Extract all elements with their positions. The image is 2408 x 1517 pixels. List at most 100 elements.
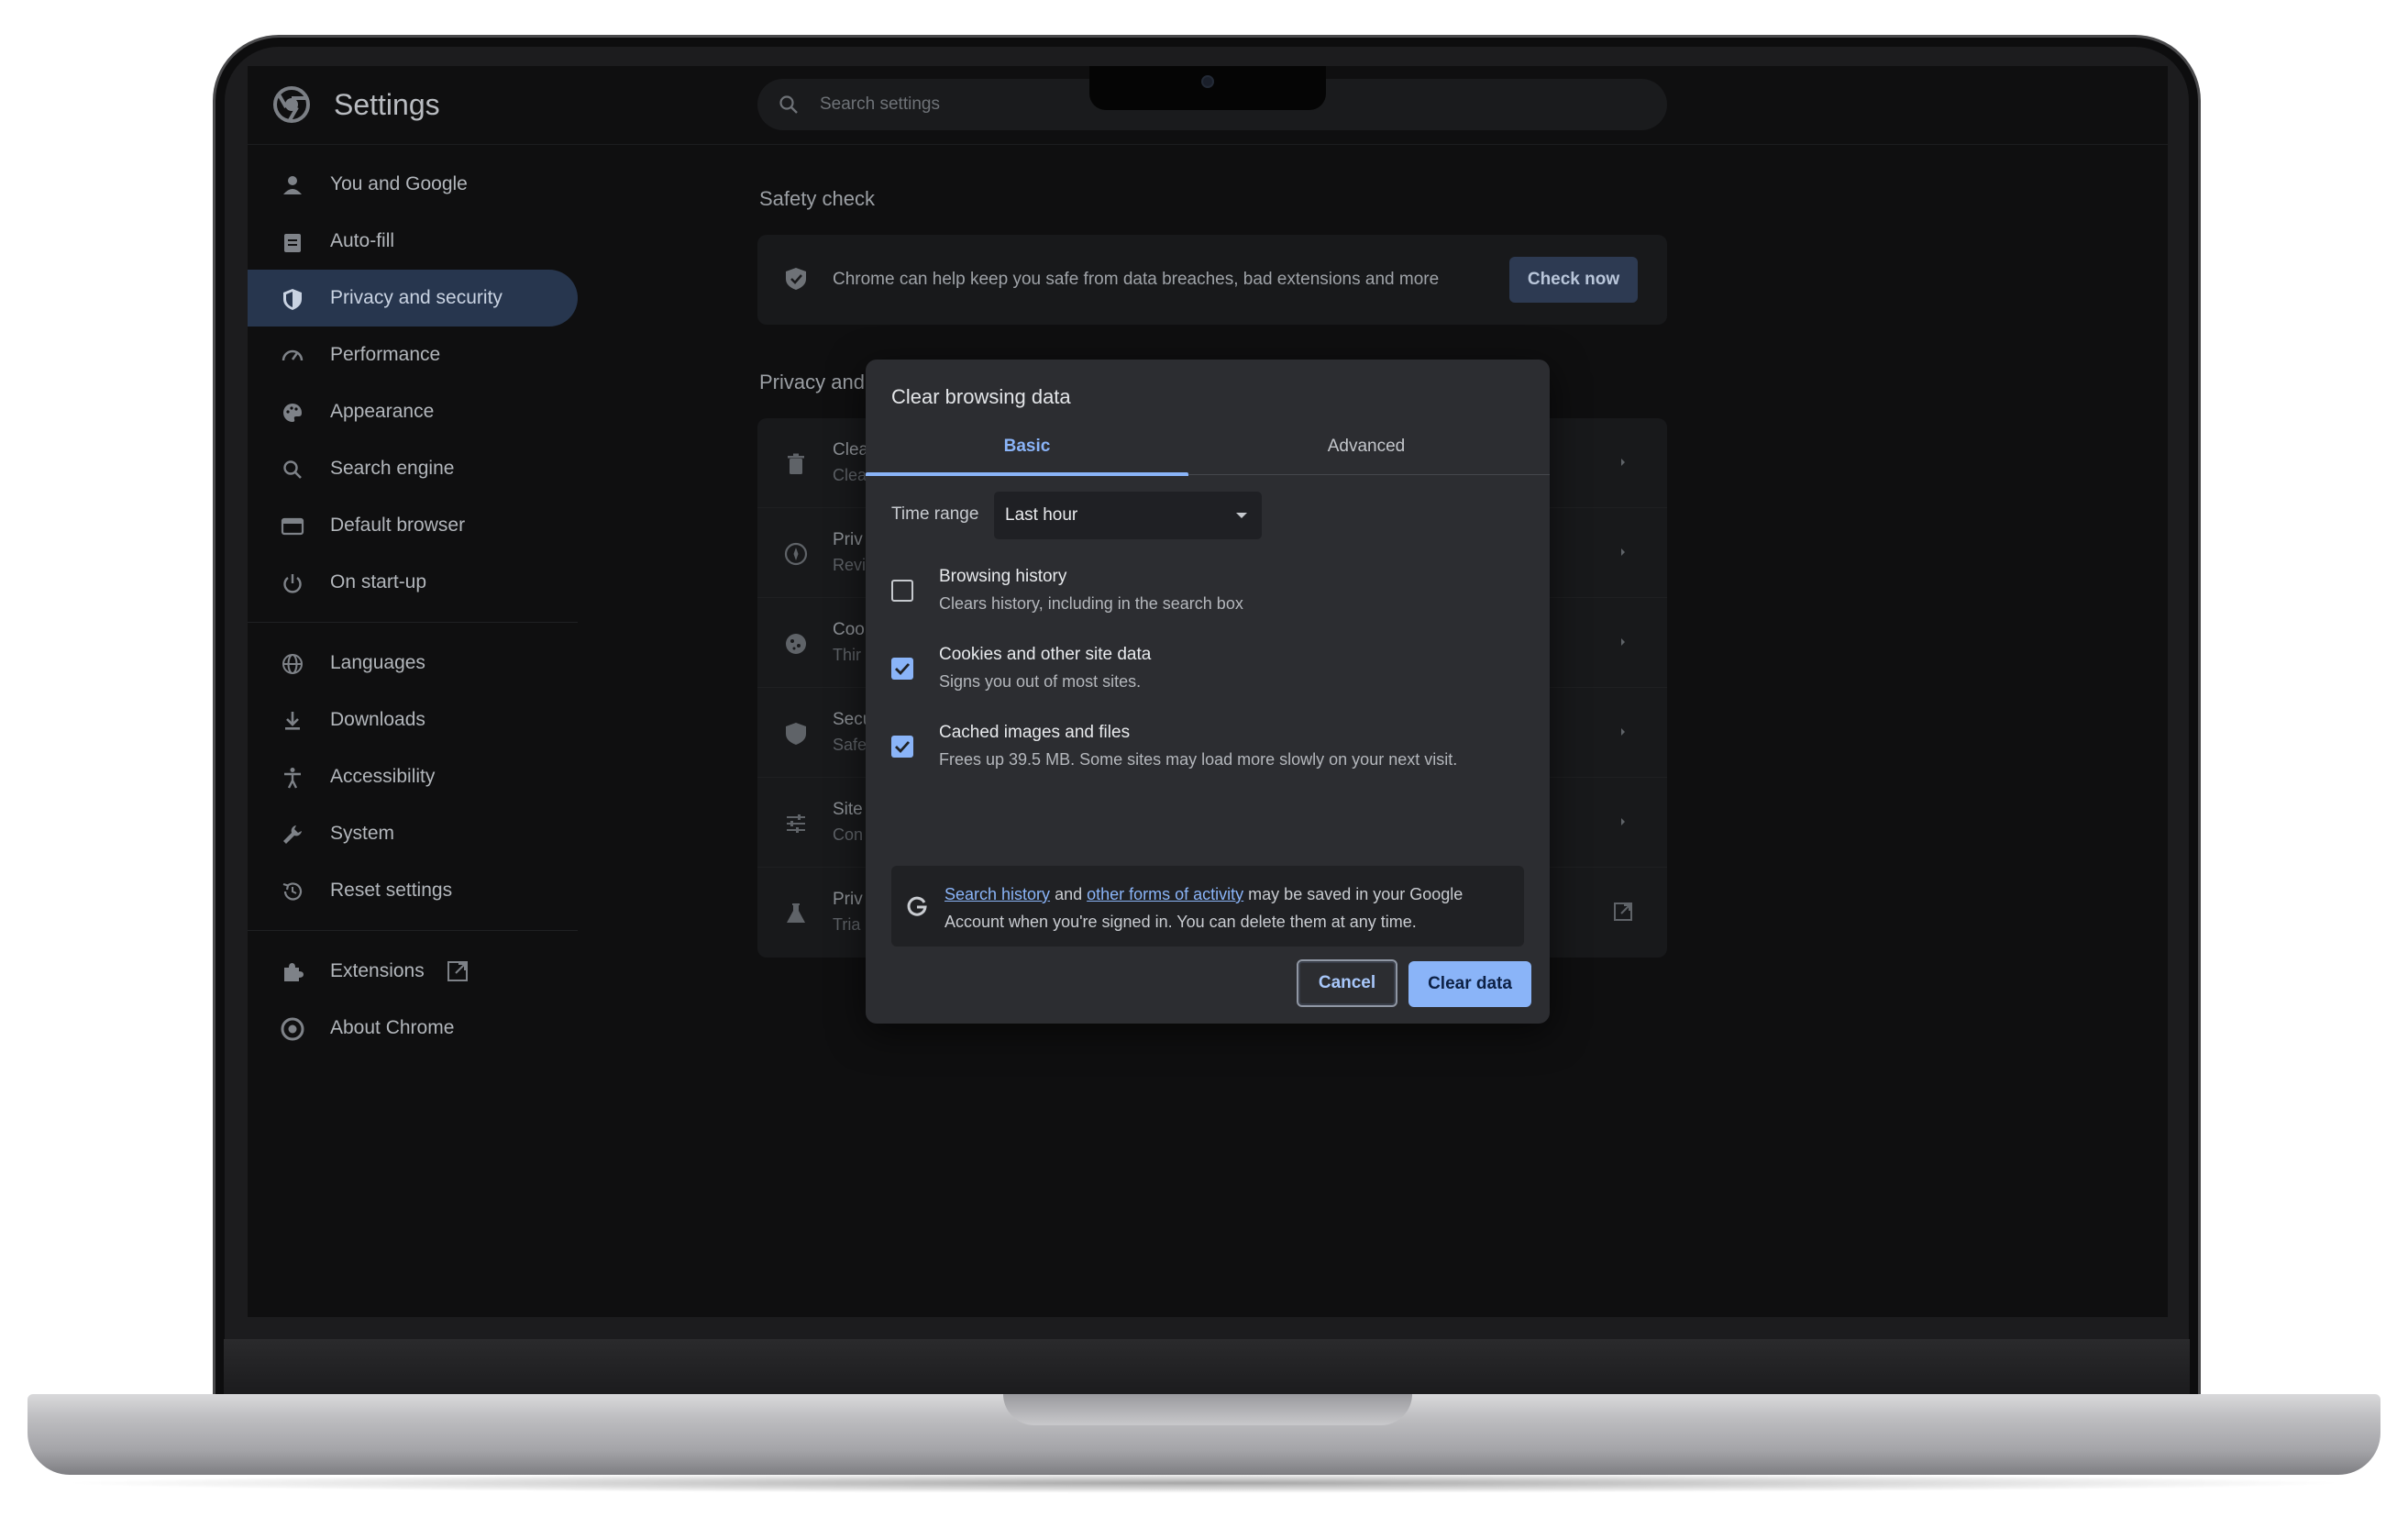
browsing-history-checkbox[interactable] (891, 580, 913, 602)
cookie-icon (786, 634, 806, 654)
check-now-button[interactable]: Check now (1509, 257, 1638, 303)
caret-down-icon (1236, 513, 1247, 518)
privacy-row-title: Clea (833, 440, 869, 460)
sidebar-item-label: Extensions (330, 960, 425, 981)
privacy-row-subtitle: Tria (833, 915, 861, 934)
option-title: Cookies and other site data (939, 645, 1152, 664)
camera-icon (1201, 75, 1214, 88)
download-icon (285, 712, 300, 730)
option-subtitle: Signs you out of most sites. (939, 672, 1142, 691)
search-input[interactable]: Search settings (820, 94, 940, 115)
dialog-title: Clear browsing data (891, 385, 1071, 408)
privacy-row-subtitle: Revi (833, 556, 867, 574)
sidebar-item-languages[interactable]: Languages (248, 635, 578, 692)
sidebar-item-default-browser[interactable]: Default browser (248, 497, 578, 554)
sidebar-item-label: Performance (330, 344, 441, 365)
palette-icon (283, 404, 302, 422)
chevron-right-icon (1621, 818, 1625, 825)
sidebar-item-label: Reset settings (330, 880, 453, 901)
sidebar-item-performance[interactable]: Performance (248, 327, 578, 383)
safety-check-card: Chrome can help keep you safe from data … (757, 235, 1667, 325)
search-history-link[interactable]: Search history (944, 885, 1050, 903)
restore-icon (282, 882, 303, 901)
google-activity-notice: Search history and other forms of activi… (891, 866, 1524, 947)
sidebar-item-label: Downloads (330, 709, 425, 730)
search-icon (779, 95, 798, 114)
sidebar-item-you-and-google[interactable]: You and Google (248, 156, 578, 213)
notice-text-part: and (1050, 885, 1088, 903)
sidebar-item-on-start-up[interactable]: On start-up (248, 554, 578, 611)
person-icon (283, 176, 302, 194)
option-subtitle: Clears history, including in the search … (939, 594, 1243, 613)
screen-notch (1089, 66, 1326, 110)
sidebar-item-label: Languages (330, 652, 425, 673)
search-icon (283, 460, 302, 479)
option-title: Cached images and files (939, 723, 1131, 742)
time-range-label: Time range (891, 504, 979, 524)
sidebar-item-label: About Chrome (330, 1017, 455, 1038)
clear-browsing-data-dialog: Clear browsing data Basic Advanced Time … (866, 360, 1550, 1024)
screen: Settings Search settings You and Google … (248, 66, 2168, 1317)
tab-basic[interactable]: Basic (866, 424, 1188, 476)
laptop-base-lip (1003, 1394, 1412, 1425)
accessibility-icon (284, 768, 301, 789)
speedometer-icon (282, 349, 304, 361)
sidebar-item-about-chrome[interactable]: About Chrome (248, 1000, 578, 1057)
trash-icon (788, 453, 804, 474)
chevron-right-icon (1621, 459, 1625, 466)
flask-icon (787, 903, 805, 923)
sidebar-item-reset-settings[interactable]: Reset settings (248, 862, 578, 919)
sidebar-divider (248, 930, 578, 931)
sidebar-item-extensions[interactable]: Extensions (248, 943, 578, 1000)
sidebar-item-downloads[interactable]: Downloads (248, 692, 578, 748)
sidebar-item-label: Privacy and security (330, 287, 503, 308)
settings-app: Settings Search settings You and Google … (248, 66, 2168, 1317)
privacy-row-subtitle: Clea (833, 466, 867, 484)
sidebar-item-label: Default browser (330, 515, 466, 536)
option-cached-images[interactable]: Cached images and files Frees up 39.5 MB… (866, 719, 1550, 792)
tune-icon (787, 814, 805, 833)
notice-text: Search history and other forms of activi… (944, 880, 1513, 936)
globe-icon (282, 654, 303, 674)
sidebar-item-privacy-and-security[interactable]: Privacy and security (248, 270, 578, 327)
power-icon (283, 574, 302, 593)
clipboard-icon (284, 234, 301, 252)
option-browsing-history[interactable]: Browsing history Clears history, includi… (866, 563, 1550, 637)
chrome-icon (281, 1017, 304, 1041)
tab-advanced[interactable]: Advanced (1205, 424, 1528, 475)
cached-images-checkbox[interactable] (891, 736, 913, 758)
sidebar-item-label: On start-up (330, 571, 427, 592)
sidebar-item-label: You and Google (330, 173, 468, 194)
sidebar-divider (248, 622, 578, 623)
google-g-icon (907, 896, 927, 916)
option-cookies[interactable]: Cookies and other site data Signs you ou… (866, 641, 1550, 714)
safety-check-title: Safety check (759, 187, 875, 210)
privacy-row-subtitle: Con (833, 825, 864, 844)
cookies-checkbox[interactable] (891, 658, 913, 680)
other-activity-link[interactable]: other forms of activity (1087, 885, 1243, 903)
sidebar-item-accessibility[interactable]: Accessibility (248, 748, 578, 805)
sidebar-item-system[interactable]: System (248, 805, 578, 862)
clear-data-button[interactable]: Clear data (1408, 961, 1531, 1007)
cancel-button[interactable]: Cancel (1297, 959, 1397, 1007)
privacy-row-title: Coo (833, 620, 865, 639)
checkmark-icon (895, 741, 911, 754)
sidebar-item-label: System (330, 823, 395, 844)
browser-icon (281, 517, 304, 536)
time-range-select[interactable]: Last hour (994, 492, 1262, 539)
option-subtitle: Frees up 39.5 MB. Some sites may load mo… (939, 750, 1458, 769)
puzzle-icon (284, 963, 304, 981)
open-in-new-icon (1614, 902, 1632, 921)
dialog-tabs: Basic Advanced (866, 424, 1550, 476)
time-range-value: Last hour (1005, 505, 1078, 525)
sidebar-item-autofill[interactable]: Auto-fill (248, 213, 578, 270)
privacy-section-title: Privacy and (759, 371, 865, 393)
chrome-logo-icon (273, 86, 310, 123)
privacy-row-title: Site (833, 800, 863, 819)
chevron-right-icon (1621, 548, 1625, 556)
sidebar-item-appearance[interactable]: Appearance (248, 383, 578, 440)
sidebar-item-search-engine[interactable]: Search engine (248, 440, 578, 497)
shield-icon (786, 723, 806, 745)
shield-icon (283, 289, 302, 310)
chevron-right-icon (1621, 638, 1625, 646)
